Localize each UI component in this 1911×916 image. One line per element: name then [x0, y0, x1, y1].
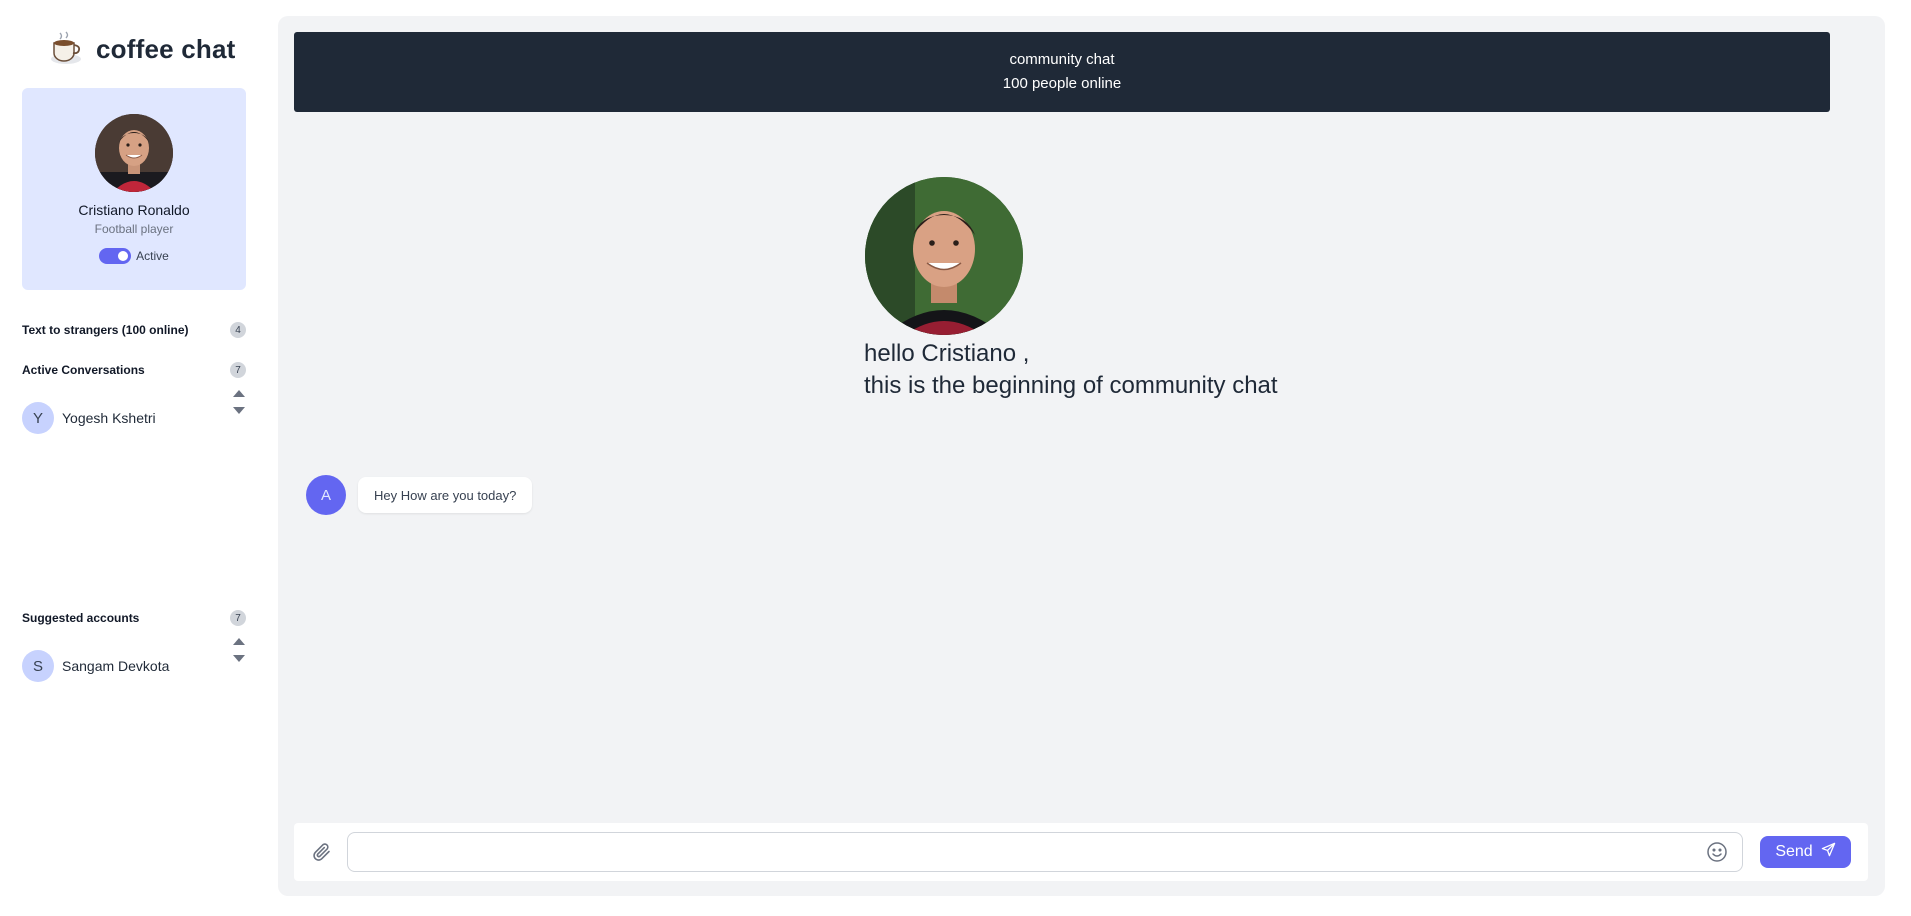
message-row: A Hey How are you today? — [306, 475, 533, 515]
profile-avatar[interactable] — [95, 114, 173, 192]
conversations-scroller — [232, 390, 246, 414]
intro-greeting: hello Cristiano , — [864, 340, 1030, 367]
coffee-cup-icon — [46, 29, 86, 69]
brand[interactable]: coffee chat — [46, 26, 235, 72]
scroll-down-icon[interactable] — [233, 407, 245, 414]
send-button[interactable]: Send — [1760, 836, 1851, 868]
intro-subtitle: this is the beginning of community chat — [864, 372, 1278, 399]
message-input[interactable] — [347, 832, 1743, 872]
profile-name: Cristiano Ronaldo — [78, 202, 190, 218]
send-label: Send — [1775, 843, 1813, 860]
avatar: S — [22, 650, 54, 682]
chat-panel: community chat 100 people online hello C… — [278, 16, 1885, 896]
status-label: Active — [136, 249, 169, 263]
app-title: coffee chat — [96, 33, 236, 64]
online-count: 100 people online — [1002, 75, 1122, 92]
active-conversations-header: Active Conversations 7 — [22, 362, 246, 378]
scroll-up-icon[interactable] — [233, 638, 245, 645]
paperclip-icon[interactable] — [310, 840, 334, 864]
scroll-up-icon[interactable] — [233, 390, 245, 397]
chat-intro: hello Cristiano , this is the beginning … — [864, 338, 1278, 402]
avatar[interactable]: A — [306, 475, 346, 515]
profile-role: Football player — [94, 222, 174, 236]
suggested-accounts-label: Suggested accounts — [22, 611, 140, 625]
avatar: Y — [22, 402, 54, 434]
smiley-icon[interactable] — [1706, 841, 1728, 863]
intro-avatar — [865, 177, 1023, 335]
conversation-item[interactable]: Y Yogesh Kshetri — [22, 390, 246, 436]
chat-title: community chat — [1009, 51, 1115, 68]
strangers-section-header[interactable]: Text to strangers (100 online) 4 — [22, 322, 246, 338]
strangers-label: Text to strangers (100 online) — [22, 323, 189, 337]
active-conversations-label: Active Conversations — [22, 363, 145, 377]
conversation-name: Yogesh Kshetri — [62, 410, 156, 426]
message-bubble: Hey How are you today? — [358, 477, 533, 513]
paper-plane-icon — [1821, 842, 1836, 862]
scroll-down-icon[interactable] — [233, 655, 245, 662]
profile-card: Cristiano Ronaldo Football player Active — [22, 88, 246, 290]
chat-header: community chat 100 people online — [294, 32, 1830, 112]
suggested-accounts-header: Suggested accounts 7 — [22, 610, 246, 626]
suggested-account-name: Sangam Devkota — [62, 658, 170, 674]
suggested-accounts-count-badge: 7 — [230, 610, 246, 626]
suggested-scroller — [232, 638, 246, 662]
message-composer: Send — [294, 823, 1868, 881]
strangers-count-badge: 4 — [230, 322, 246, 338]
suggested-account-item[interactable]: S Sangam Devkota — [22, 638, 246, 684]
active-conversations-count-badge: 7 — [230, 362, 246, 378]
sidebar: coffee chat Cristiano Ronaldo Football p… — [0, 0, 268, 916]
active-toggle[interactable] — [99, 248, 132, 264]
status-row: Active — [22, 248, 246, 264]
